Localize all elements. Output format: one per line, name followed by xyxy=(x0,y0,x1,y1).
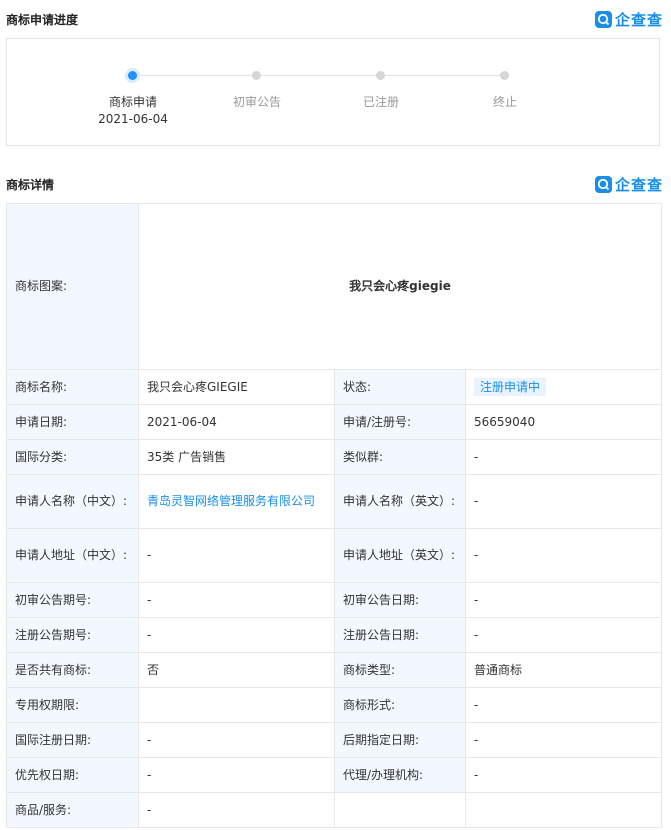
key-agency: 代理/办理机构: xyxy=(334,757,466,793)
empty-cell xyxy=(334,792,466,828)
table-row: 专用权期限: 商标形式: - xyxy=(6,687,662,723)
value-form: - xyxy=(465,687,662,723)
key-later-designation: 后期指定日期: xyxy=(334,722,466,758)
value-address-en: - xyxy=(465,528,662,583)
detail-header: 商标详情 企查查 xyxy=(6,173,663,195)
value-applicant-cn: 青岛灵智网络管理服务有限公司 xyxy=(138,474,335,529)
progress-title: 商标申请进度 xyxy=(6,12,79,27)
value-goods-services: - xyxy=(138,792,335,828)
table-row: 申请人地址（中文）: - 申请人地址（英文）: - xyxy=(6,528,662,583)
key-status: 状态: xyxy=(334,369,466,405)
step-dot-apply xyxy=(128,71,137,80)
key-type: 商标类型: xyxy=(334,652,466,688)
value-intl-class: 35类 广告销售 xyxy=(138,439,335,475)
key-intl-class: 国际分类: xyxy=(6,439,139,475)
key-shared: 是否共有商标: xyxy=(6,652,139,688)
value-reg-date: - xyxy=(465,617,662,653)
key-applicant-cn: 申请人名称（中文）: xyxy=(6,474,139,529)
table-row: 商标名称: 我只会心疼GIEGIE 状态: 注册申请中 xyxy=(6,369,662,405)
table-row-pattern: 商标图案: 我只会心疼giegie xyxy=(6,203,662,370)
key-reg-issue: 注册公告期号: xyxy=(6,617,139,653)
table-row: 初审公告期号: - 初审公告日期: - xyxy=(6,582,662,618)
empty-cell xyxy=(465,792,662,828)
step-label-terminated: 终止 xyxy=(492,95,517,109)
value-name: 我只会心疼GIEGIE xyxy=(138,369,335,405)
applicant-link[interactable]: 青岛灵智网络管理服务有限公司 xyxy=(147,494,315,508)
value-later-designation: - xyxy=(465,722,662,758)
step-label-prelim: 初审公告 xyxy=(232,95,281,109)
table-row: 商品/服务: - xyxy=(6,792,662,828)
trademark-detail-table: 商标图案: 我只会心疼giegie 商标名称: 我只会心疼GIEGIE 状态: … xyxy=(6,203,662,828)
key-goods-services: 商品/服务: xyxy=(6,792,139,828)
trademark-pattern: 我只会心疼giegie xyxy=(138,203,662,370)
step-date-apply: 2021-06-04 xyxy=(98,112,168,126)
key-intl-reg-date: 国际注册日期: xyxy=(6,722,139,758)
qcc-logo[interactable]: 企查查 xyxy=(594,9,663,30)
value-reg-issue: - xyxy=(138,617,335,653)
key-name: 商标名称: xyxy=(6,369,139,405)
value-intl-reg-date: - xyxy=(138,722,335,758)
value-address-cn: - xyxy=(138,528,335,583)
key-applicant-en: 申请人名称（英文）: xyxy=(334,474,466,529)
key-apply-date: 申请日期: xyxy=(6,404,139,440)
table-row: 是否共有商标: 否 商标类型: 普通商标 xyxy=(6,652,662,688)
key-priority-date: 优先权日期: xyxy=(6,757,139,793)
status-badge: 注册申请中 xyxy=(474,377,547,396)
key-prelim-date: 初审公告日期: xyxy=(334,582,466,618)
table-row: 申请日期: 2021-06-04 申请/注册号: 56659040 xyxy=(6,404,662,440)
value-type: 普通商标 xyxy=(465,652,662,688)
key-pattern: 商标图案: xyxy=(6,203,139,370)
step-label-apply: 商标申请 xyxy=(108,95,157,109)
value-status: 注册申请中 xyxy=(465,369,662,405)
progress-timeline: 商标申请 初审公告 已注册 终止 2021-06-04 xyxy=(6,38,660,146)
key-reg-date: 注册公告日期: xyxy=(334,617,466,653)
table-row: 优先权日期: - 代理/办理机构: - xyxy=(6,757,662,793)
table-row: 注册公告期号: - 注册公告日期: - xyxy=(6,617,662,653)
progress-header: 商标申请进度 企查查 xyxy=(6,8,663,30)
value-agency: - xyxy=(465,757,662,793)
key-form: 商标形式: xyxy=(334,687,466,723)
detail-title: 商标详情 xyxy=(6,177,55,192)
value-reg-number: 56659040 xyxy=(465,404,662,440)
qcc-logo-text: 企查查 xyxy=(614,10,663,29)
value-apply-date: 2021-06-04 xyxy=(138,404,335,440)
qcc-logo-icon xyxy=(594,175,612,193)
qcc-logo-text: 企查查 xyxy=(614,175,663,194)
table-row: 申请人名称（中文）: 青岛灵智网络管理服务有限公司 申请人名称（英文）: - xyxy=(6,474,662,529)
key-similar-group: 类似群: xyxy=(334,439,466,475)
step-dot-registered xyxy=(376,71,385,80)
value-priority-date: - xyxy=(138,757,335,793)
value-applicant-en: - xyxy=(465,474,662,529)
key-reg-number: 申请/注册号: xyxy=(334,404,466,440)
qcc-logo[interactable]: 企查查 xyxy=(594,174,663,195)
key-exclusive-term: 专用权期限: xyxy=(6,687,139,723)
timeline-line xyxy=(133,75,505,76)
value-similar-group: - xyxy=(465,439,662,475)
key-address-cn: 申请人地址（中文）: xyxy=(6,528,139,583)
key-prelim-issue: 初审公告期号: xyxy=(6,582,139,618)
value-shared: 否 xyxy=(138,652,335,688)
value-prelim-date: - xyxy=(465,582,662,618)
step-label-registered: 已注册 xyxy=(362,95,399,109)
table-row: 国际分类: 35类 广告销售 类似群: - xyxy=(6,439,662,475)
key-address-en: 申请人地址（英文）: xyxy=(334,528,466,583)
table-row: 国际注册日期: - 后期指定日期: - xyxy=(6,722,662,758)
qcc-logo-icon xyxy=(594,10,612,28)
step-dot-prelim xyxy=(252,71,261,80)
value-prelim-issue: - xyxy=(138,582,335,618)
step-dot-terminated xyxy=(500,71,509,80)
value-exclusive-term xyxy=(138,687,335,723)
